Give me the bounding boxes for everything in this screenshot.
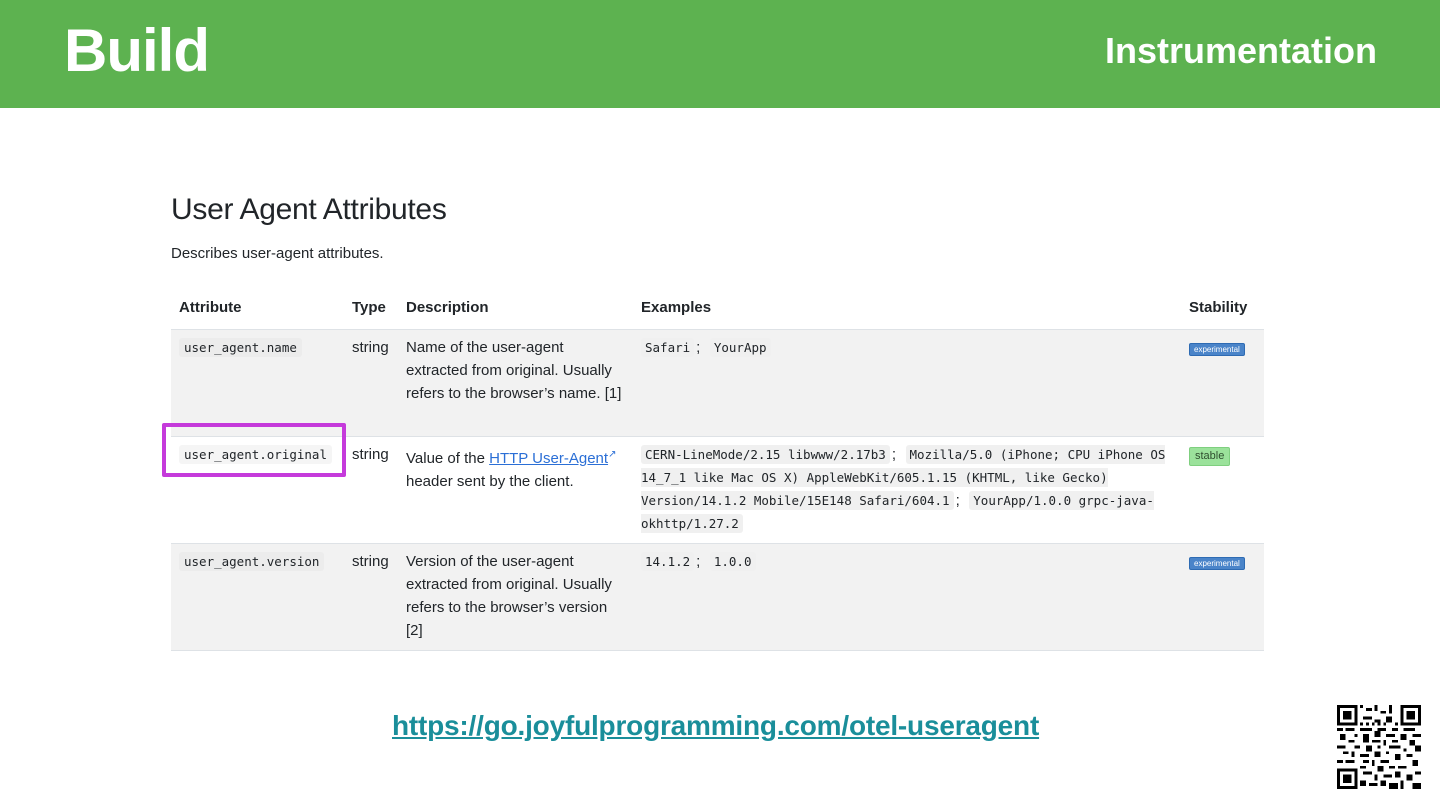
attribute-name: user_agent.original: [179, 444, 332, 464]
example-separator: ;: [891, 445, 896, 463]
attributes-table: Attribute Type Description Examples Stab…: [171, 287, 1264, 651]
examples-cell: Safari; YourApp: [633, 329, 1181, 437]
page-heading: User Agent Attributes: [171, 193, 447, 226]
description-cell: Value of the HTTP User-Agent↗ header sen…: [398, 436, 633, 544]
attribute-cell: user_agent.name: [171, 329, 344, 437]
example-value: CERN-LineMode/2.15 libwww/2.17b3: [641, 444, 890, 464]
example-separator: ;: [955, 491, 960, 509]
attribute-cell: user_agent.original: [171, 436, 344, 544]
table-row: user_agent.name string Name of the user-…: [171, 329, 1264, 437]
type-cell: string: [344, 543, 398, 651]
description-cell: Name of the user-agent extracted from or…: [398, 329, 633, 437]
table-row: user_agent.original string Value of the …: [171, 436, 1264, 544]
examples-cell: 14.1.2; 1.0.0: [633, 543, 1181, 651]
stability-cell: stable: [1181, 436, 1264, 544]
header-banner: Build Instrumentation: [0, 0, 1440, 108]
docs-content: User Agent Attributes Describes user-age…: [171, 190, 1264, 651]
type-cell: string: [344, 329, 398, 437]
header-stability: Stability: [1181, 287, 1264, 330]
table-header-row: Attribute Type Description Examples Stab…: [171, 287, 1264, 330]
description-suffix: header sent by the client.: [406, 472, 574, 490]
attribute-name: user_agent.name: [179, 337, 302, 357]
footer-link[interactable]: https://go.joyfulprogramming.com/otel-us…: [392, 709, 1039, 743]
examples-cell: CERN-LineMode/2.15 libwww/2.17b3; Mozill…: [633, 436, 1181, 544]
example-separator: ;: [696, 338, 701, 356]
http-user-agent-link[interactable]: HTTP User-Agent: [489, 450, 608, 467]
header-examples: Examples: [633, 287, 1181, 330]
header-attribute: Attribute: [171, 287, 344, 330]
stability-cell: experimental: [1181, 329, 1264, 437]
attribute-cell: user_agent.version: [171, 543, 344, 651]
example-separator: ;: [696, 552, 701, 570]
slide-title: Build: [64, 17, 210, 84]
type-cell: string: [344, 436, 398, 544]
page-description: Describes user-agent attributes.: [171, 245, 384, 262]
table-row: user_agent.version string Version of the…: [171, 543, 1264, 651]
description-prefix: Value of the: [406, 449, 485, 467]
example-value: Safari: [641, 337, 695, 357]
attribute-name: user_agent.version: [179, 551, 325, 571]
stability-cell: experimental: [1181, 543, 1264, 651]
external-link-icon: ↗: [608, 448, 617, 460]
stability-badge: experimental: [1189, 556, 1245, 570]
stability-badge: stable: [1189, 446, 1231, 466]
qr-code-icon: [1337, 705, 1421, 789]
example-value: 14.1.2: [641, 551, 695, 571]
header-description: Description: [398, 287, 633, 330]
description-cell: Version of the user-agent extracted from…: [398, 543, 633, 651]
example-value: 1.0.0: [709, 551, 756, 571]
header-type: Type: [344, 287, 398, 330]
section-label: Instrumentation: [1104, 30, 1377, 71]
example-value: YourApp: [709, 337, 771, 357]
stability-badge: experimental: [1189, 342, 1245, 356]
